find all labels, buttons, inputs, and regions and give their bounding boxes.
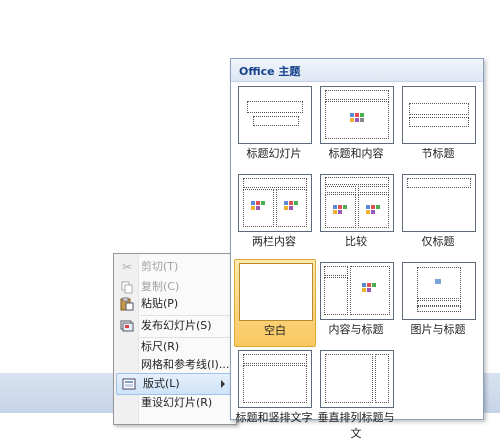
menu-item-paste[interactable]: 粘贴(P) (115, 294, 235, 314)
layout-tile-content-with-caption[interactable]: 内容与标题 (316, 259, 396, 345)
layout-thumbnail (402, 174, 476, 232)
layout-tile-title-content[interactable]: 标题和内容 (316, 83, 396, 169)
menu-item-label: 版式(L) (143, 377, 180, 390)
layout-label: 两栏内容 (252, 235, 296, 248)
publish-slides-icon (119, 318, 135, 334)
layout-tile-picture-with-caption[interactable]: 图片与标题 (398, 259, 478, 345)
layout-thumbnail (238, 174, 312, 232)
layout-tile-vertical-title-text[interactable]: 垂直排列标题与文 (316, 347, 396, 440)
context-menu: ✂ 剪切(T) 复制(C) 粘贴(P) 发布幻灯片(S) 标尺(R) 网格和参考… (113, 253, 237, 425)
layout-label: 内容与标题 (328, 323, 384, 336)
layout-label: 节标题 (421, 147, 455, 160)
menu-item-label: 标尺(R) (141, 340, 180, 353)
scissors-icon: ✂ (121, 260, 133, 274)
menu-item-reset-slide[interactable]: 重设幻灯片(R) (115, 393, 235, 413)
layout-label: 标题幻灯片 (246, 147, 302, 160)
layout-tile-two-content[interactable]: 两栏内容 (234, 171, 314, 257)
layout-label: 标题和竖排文字 (235, 411, 313, 424)
picture-placeholder-icon (435, 279, 441, 284)
layout-tile-title-slide[interactable]: 标题幻灯片 (234, 83, 314, 169)
layout-label: 标题和内容 (328, 147, 384, 160)
layout-thumbnail (239, 263, 313, 321)
layout-label: 仅标题 (421, 235, 455, 248)
layout-thumbnail (320, 350, 394, 408)
layout-thumbnail (320, 174, 394, 232)
layout-thumbnail (320, 86, 394, 144)
menu-item-grid-guides[interactable]: 网格和参考线(I)... (115, 355, 235, 375)
submenu-arrow-icon (221, 380, 225, 388)
layout-tile-title-vertical-text[interactable]: 标题和竖排文字 (234, 347, 314, 433)
paste-icon (119, 296, 135, 312)
menu-item-ruler[interactable]: 标尺(R) (115, 337, 235, 357)
layout-thumbnail (238, 86, 312, 144)
menu-item-publish-slides[interactable]: 发布幻灯片(S) (115, 316, 235, 336)
layout-tile-title-only[interactable]: 仅标题 (398, 171, 478, 257)
copy-icon (119, 279, 135, 295)
layout-thumbnail (402, 86, 476, 144)
layout-gallery: Office 主题 标题幻灯片 标题和内容 节标题 两栏内容 比较 仅标题 空白… (230, 58, 484, 440)
layout-icon (121, 376, 137, 392)
layout-tile-comparison[interactable]: 比较 (316, 171, 396, 257)
layout-label: 垂直排列标题与文 (317, 411, 395, 440)
gallery-title: Office 主题 (239, 65, 301, 78)
layout-label: 空白 (264, 324, 286, 337)
gallery-body: 标题幻灯片 标题和内容 节标题 两栏内容 比较 仅标题 空白 内容与标题 图片与… (231, 82, 483, 440)
menu-item-layout[interactable]: 版式(L) (116, 373, 234, 395)
menu-item-label: 重设幻灯片(R) (141, 396, 213, 409)
layout-thumbnail (238, 350, 312, 408)
layout-tile-blank[interactable]: 空白 (234, 259, 316, 347)
menu-item-label: 网格和参考线(I)... (141, 358, 230, 371)
layout-thumbnail (320, 262, 394, 320)
layout-thumbnail (402, 262, 476, 320)
layout-label: 图片与标题 (410, 323, 466, 336)
layout-label: 比较 (345, 235, 367, 248)
menu-item-label: 发布幻灯片(S) (141, 319, 212, 332)
menu-item-label: 粘贴(P) (141, 297, 179, 310)
content-placeholder-icon (350, 113, 364, 123)
menu-item-cut[interactable]: ✂ 剪切(T) (115, 257, 235, 277)
gallery-header: Office 主题 (231, 59, 483, 82)
layout-tile-section-header[interactable]: 节标题 (398, 83, 478, 169)
menu-item-label: 剪切(T) (141, 260, 179, 273)
